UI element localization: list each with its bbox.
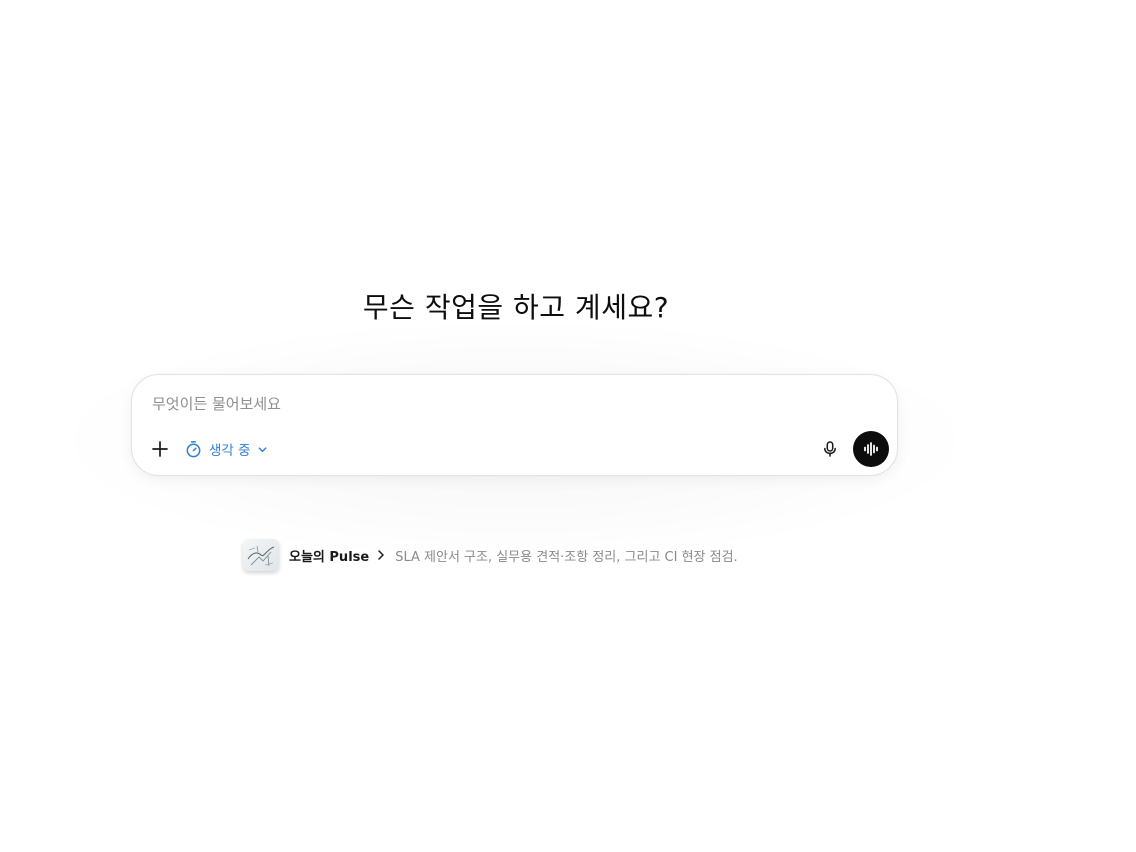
pulse-summary: SLA 제안서 구조, 실무용 견적·조항 정리, 그리고 CI 현장 점검. bbox=[395, 549, 738, 565]
pulse-open-control[interactable] bbox=[375, 549, 387, 561]
pulse-title: 오늘의 Pulse bbox=[289, 549, 370, 565]
chevron-right-icon bbox=[378, 550, 384, 560]
chat-composer: 생각 중 bbox=[131, 374, 898, 476]
voice-mode-button[interactable] bbox=[853, 431, 889, 467]
page-title: 무슨 작업을 하고 계세요? bbox=[362, 291, 670, 324]
pulse-suggestion[interactable]: 오늘의 Pulse SLA 제안서 구조, 실무용 견적·조항 정리, 그리고 … bbox=[243, 538, 738, 572]
voice-waveform-icon bbox=[864, 442, 878, 456]
microphone-icon bbox=[824, 441, 836, 457]
add-attachment-button[interactable] bbox=[146, 435, 174, 463]
chevron-down-icon bbox=[258, 446, 266, 452]
thinking-mode-button[interactable]: 생각 중 bbox=[184, 436, 268, 462]
prompt-input[interactable] bbox=[152, 391, 852, 417]
plus-icon bbox=[152, 441, 168, 457]
dictation-button[interactable] bbox=[816, 435, 844, 463]
thinking-mode-label: 생각 중 bbox=[209, 443, 251, 459]
page: 무슨 작업을 하고 계세요? 생각 중 bbox=[0, 0, 1136, 852]
pulse-thumbnail bbox=[243, 539, 279, 571]
timer-icon bbox=[186, 440, 201, 457]
